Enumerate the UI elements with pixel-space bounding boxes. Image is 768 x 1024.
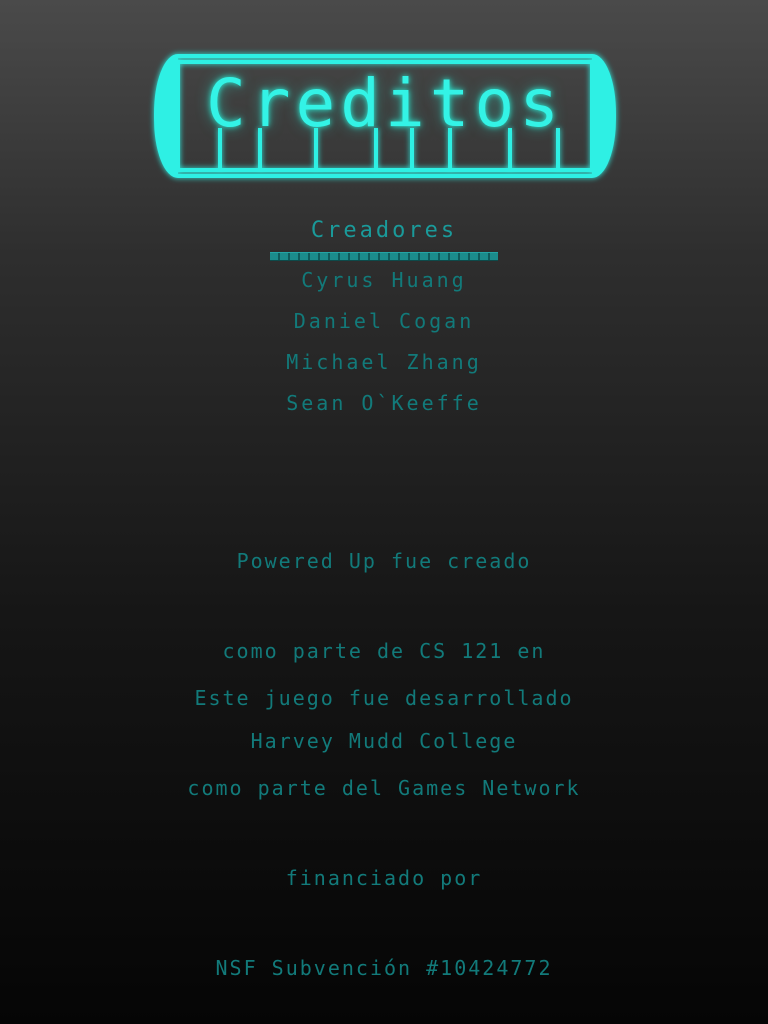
page-title: Creditos (206, 65, 564, 142)
funding-note-line: Este juego fue desarrollado (194, 686, 574, 710)
creator-name: Michael Zhang (286, 350, 482, 374)
creator-name: Sean O`Keeffe (286, 391, 482, 415)
funding-note: Este juego fue desarrollado como parte d… (0, 623, 768, 1013)
credits-title-plate: Creditos (154, 54, 616, 178)
creators-heading: Creadores (310, 218, 458, 243)
creator-name: Daniel Cogan (293, 309, 475, 333)
funding-note-line: como parte del Games Network (187, 776, 581, 800)
creators-divider (270, 252, 498, 261)
funding-note-line: financiado por (285, 866, 483, 890)
course-note-line: Powered Up fue creado (236, 549, 532, 573)
funding-note-line: NSF Subvención #10424772 (215, 956, 553, 980)
creator-name: Cyrus Huang (301, 268, 467, 292)
